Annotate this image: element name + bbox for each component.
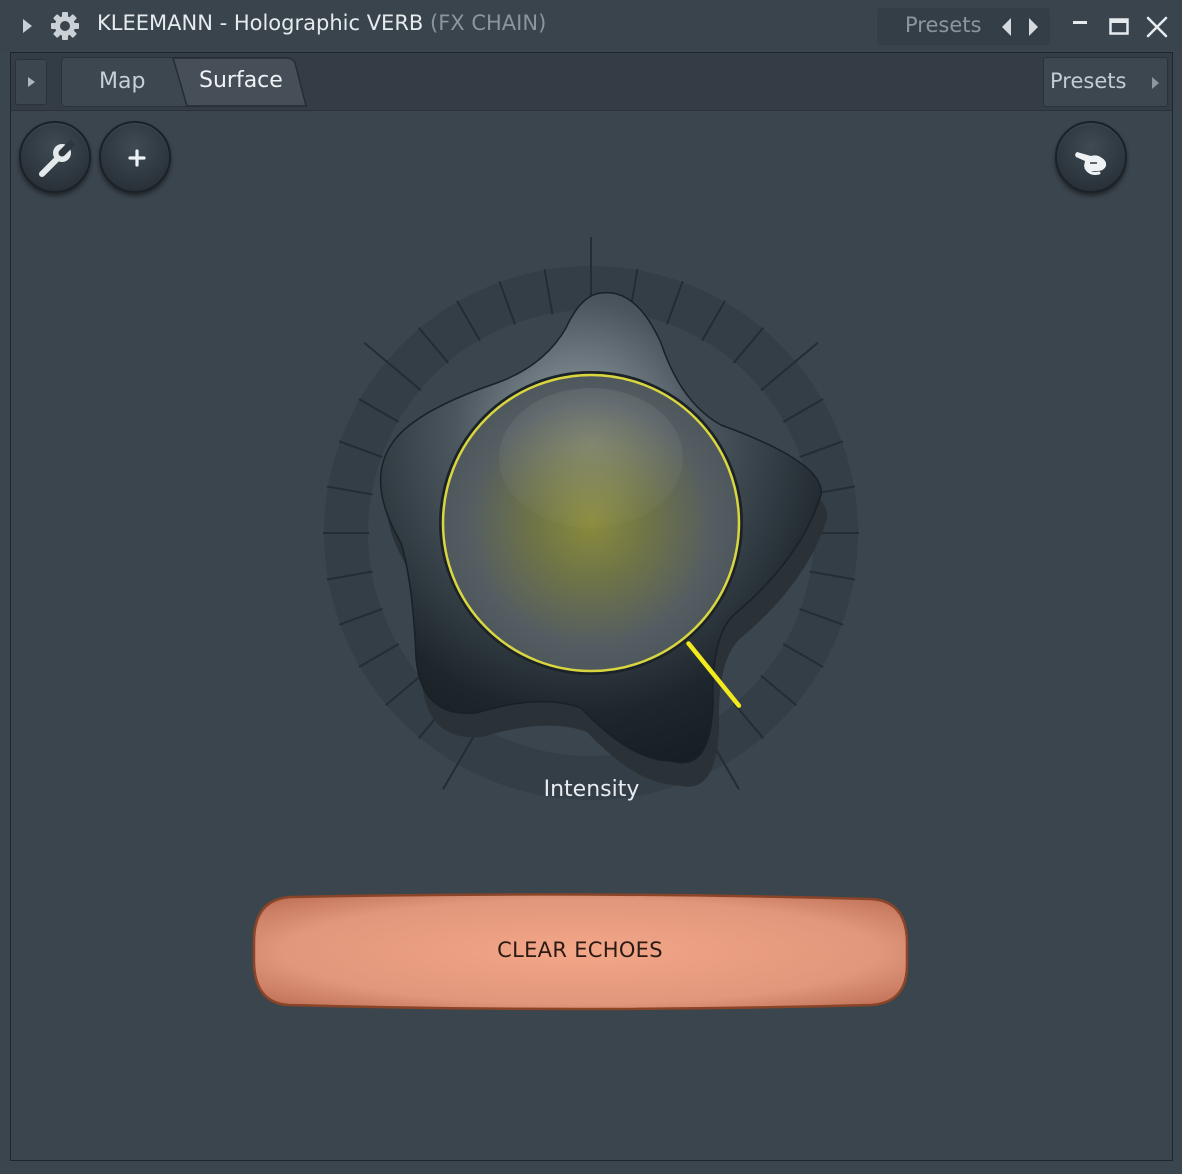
presets-button-label: Presets bbox=[1050, 69, 1127, 93]
title-bar: KLEEMANN - Holographic VERB (FX CHAIN) P… bbox=[0, 0, 1182, 52]
minimize-icon[interactable] bbox=[1068, 12, 1094, 40]
touch-mode-button[interactable] bbox=[1055, 121, 1127, 193]
intensity-knob[interactable] bbox=[281, 173, 901, 813]
next-preset-icon[interactable] bbox=[1023, 15, 1043, 39]
tab-map-label: Map bbox=[99, 69, 146, 94]
title-presets-label[interactable]: Presets bbox=[905, 13, 981, 37]
pointing-hand-icon bbox=[1075, 152, 1107, 175]
close-icon[interactable] bbox=[1144, 12, 1170, 40]
knob-label: Intensity bbox=[543, 777, 640, 802]
maximize-icon[interactable] bbox=[1106, 12, 1132, 40]
clear-echoes-label: CLEAR ECHOES bbox=[497, 938, 663, 962]
collapse-arrow-icon[interactable] bbox=[18, 16, 36, 36]
window-title: KLEEMANN - Holographic VERB (FX CHAIN) bbox=[97, 11, 546, 35]
settings-button[interactable] bbox=[19, 121, 91, 193]
tab-surface[interactable]: Surface bbox=[171, 57, 307, 107]
plugin-name: KLEEMANN - Holographic VERB bbox=[97, 11, 424, 35]
add-button[interactable] bbox=[99, 121, 171, 193]
gear-icon[interactable] bbox=[48, 9, 82, 43]
clear-echoes-button[interactable]: CLEAR ECHOES bbox=[251, 893, 909, 1011]
plus-icon bbox=[128, 149, 146, 167]
title-presets: Presets bbox=[877, 8, 1050, 45]
plugin-location: (FX CHAIN) bbox=[430, 11, 547, 35]
side-panel-toggle[interactable] bbox=[15, 59, 47, 105]
tab-surface-label: Surface bbox=[199, 68, 283, 93]
previous-preset-icon[interactable] bbox=[997, 15, 1017, 39]
presets-button[interactable]: Presets bbox=[1043, 57, 1168, 107]
wrench-icon bbox=[39, 139, 76, 177]
tab-bar: Map Surface Presets bbox=[11, 53, 1172, 111]
plugin-panel: Map Surface Presets Intensity CLEAR ECHO… bbox=[10, 52, 1173, 1161]
